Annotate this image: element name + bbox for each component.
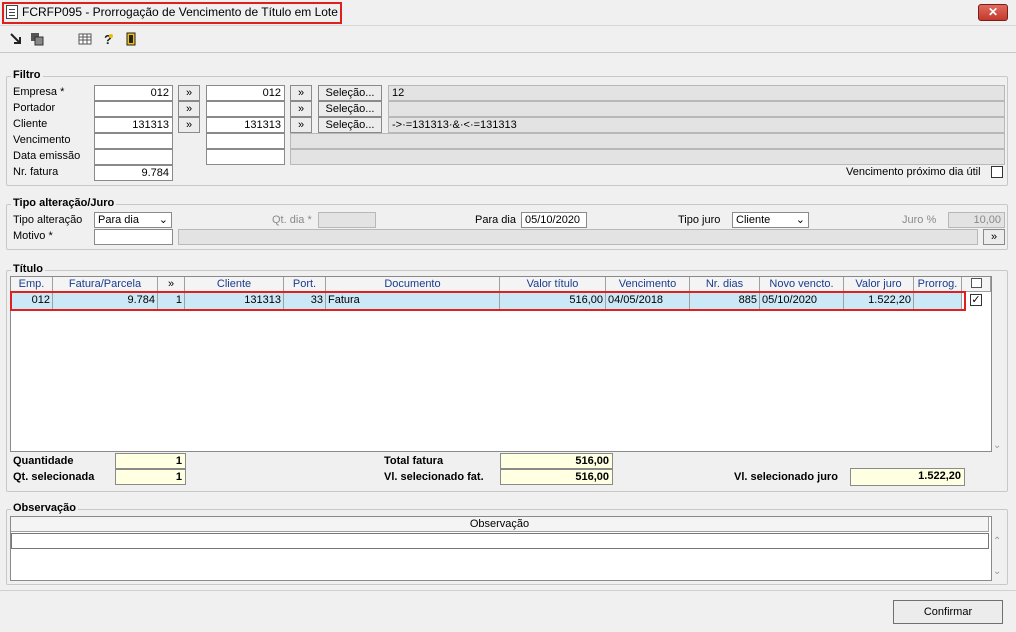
col-header-prorrog[interactable]: Prorrog. xyxy=(914,277,962,292)
filtro-legend: Filtro xyxy=(11,69,43,81)
arrow-icon[interactable] xyxy=(9,32,23,46)
tipo-juro-select[interactable]: Cliente ⌄ xyxy=(732,212,809,228)
portador-from-input[interactable] xyxy=(94,101,173,117)
empresa-arrow-button-2[interactable]: » xyxy=(290,85,312,101)
cliente-to-input[interactable]: 131313 xyxy=(206,117,285,133)
observacao-input[interactable] xyxy=(11,533,989,549)
vl-selecionado-juro-value: 1.522,20 xyxy=(850,468,965,486)
qt-selecionada-label: Qt. selecionada xyxy=(13,471,95,483)
para-dia-input[interactable]: 05/10/2020 xyxy=(521,212,587,228)
vl-selecionado-juro-label: Vl. selecionado juro xyxy=(734,471,838,483)
portador-result xyxy=(388,101,1005,117)
observacao-scroll-up-icon[interactable]: ⌃ xyxy=(993,536,1001,547)
row-checkbox[interactable]: ✓ xyxy=(970,294,982,306)
vencimento-to-input[interactable] xyxy=(206,133,285,149)
select-all-checkbox[interactable] xyxy=(970,278,982,288)
close-button[interactable]: ✕ xyxy=(978,4,1008,21)
portador-arrow-button-2[interactable]: » xyxy=(290,101,312,117)
col-header-vencimento[interactable]: Vencimento xyxy=(606,277,690,292)
col-header-novo-vencto[interactable]: Novo vencto. xyxy=(760,277,844,292)
vl-selecionado-fat-label: Vl. selecionado fat. xyxy=(384,471,484,483)
tipo-alteracao-select[interactable]: Para dia ⌄ xyxy=(94,212,172,228)
exit-icon[interactable] xyxy=(124,32,138,46)
col-header-nr-dias[interactable]: Nr. dias xyxy=(690,277,760,292)
titulo-legend: Título xyxy=(11,263,45,275)
empresa-label: Empresa * xyxy=(13,86,65,98)
col-header-documento[interactable]: Documento xyxy=(326,277,500,292)
row-highlight xyxy=(10,291,966,311)
grid-icon[interactable] xyxy=(78,32,92,46)
col-header-port[interactable]: Port. xyxy=(284,277,326,292)
quantidade-value: 1 xyxy=(115,453,186,469)
portador-arrow-button[interactable]: » xyxy=(178,101,200,117)
cliente-result: ->·=131313·&·<·=131313 xyxy=(388,117,1005,133)
col-header-valor-juro[interactable]: Valor juro xyxy=(844,277,914,292)
data-emissao-label: Data emissão xyxy=(13,150,81,162)
quantidade-label: Quantidade xyxy=(13,455,74,467)
empresa-selecao-button[interactable]: Seleção... xyxy=(318,85,382,101)
confirmar-button[interactable]: Confirmar xyxy=(893,600,1003,624)
grid-scroll-down-icon[interactable]: ⌄ xyxy=(993,440,1001,451)
juro-input: 10,00 xyxy=(948,212,1005,228)
qt-selecionada-value: 1 xyxy=(115,469,186,485)
qt-dia-input xyxy=(318,212,376,228)
data-emissao-result xyxy=(290,149,1005,165)
footer-divider xyxy=(0,590,1016,591)
copy-icon[interactable] xyxy=(30,32,44,46)
tipo-alteracao-value: Para dia xyxy=(98,214,139,226)
para-dia-label: Para dia xyxy=(475,214,516,226)
vl-selecionado-fat-value: 516,00 xyxy=(500,469,613,485)
help-icon[interactable]: ? xyxy=(101,32,115,46)
window-title: FCRFP095 - Prorrogação de Vencimento de … xyxy=(22,5,338,19)
chevron-down-icon: ⌄ xyxy=(795,214,805,226)
empresa-from-input[interactable]: 012 xyxy=(94,85,173,101)
nr-fatura-label: Nr. fatura xyxy=(13,166,59,178)
total-fatura-value: 516,00 xyxy=(500,453,613,469)
empresa-result: 12 xyxy=(388,85,1005,101)
col-header-arrow[interactable]: » xyxy=(158,277,185,292)
vencimento-result xyxy=(290,133,1005,149)
tipo-juro-value: Cliente xyxy=(736,214,771,226)
motivo-input[interactable] xyxy=(94,229,173,245)
portador-to-input[interactable] xyxy=(206,101,285,117)
empresa-to-input[interactable]: 012 xyxy=(206,85,285,101)
cliente-arrow-button[interactable]: » xyxy=(178,117,200,133)
observacao-legend: Observação xyxy=(11,502,78,514)
portador-label: Portador xyxy=(13,102,56,114)
col-header-select-all[interactable] xyxy=(962,277,991,292)
motivo-arrow-button[interactable]: » xyxy=(983,229,1005,245)
qt-dia-label: Qt. dia * xyxy=(272,214,312,226)
tipo-legend: Tipo alteração/Juro xyxy=(11,197,117,209)
motivo-label: Motivo * xyxy=(13,230,53,242)
toolbar-divider xyxy=(0,52,1016,53)
observacao-scroll-down-icon[interactable]: ⌄ xyxy=(993,566,1001,577)
vencimento-label: Vencimento xyxy=(13,134,71,146)
col-header-cliente[interactable]: Cliente xyxy=(185,277,284,292)
col-header-emp[interactable]: Emp. xyxy=(11,277,53,292)
nr-fatura-input[interactable]: 9.784 xyxy=(94,165,173,181)
col-header-fatura[interactable]: Fatura/Parcela xyxy=(53,277,158,292)
vencimento-from-input[interactable] xyxy=(94,133,173,149)
cliente-arrow-button-2[interactable]: » xyxy=(290,117,312,133)
proximo-dia-checkbox[interactable] xyxy=(991,166,1003,178)
app-icon xyxy=(6,5,18,19)
cliente-selecao-button[interactable]: Seleção... xyxy=(318,117,382,133)
tipo-juro-label: Tipo juro xyxy=(678,214,721,226)
cliente-label: Cliente xyxy=(13,118,48,130)
empresa-arrow-button[interactable]: » xyxy=(178,85,200,101)
data-emissao-to-input[interactable] xyxy=(206,149,285,165)
chevron-down-icon: ⌄ xyxy=(158,214,168,226)
portador-selecao-button[interactable]: Seleção... xyxy=(318,101,382,117)
total-fatura-label: Total fatura xyxy=(384,455,444,467)
motivo-description xyxy=(178,229,978,245)
observacao-header: Observação xyxy=(11,517,989,532)
data-emissao-from-input[interactable] xyxy=(94,149,173,165)
tipo-alteracao-label: Tipo alteração xyxy=(13,214,83,226)
proximo-dia-label: Vencimento próximo dia útil xyxy=(846,166,981,178)
cliente-from-input[interactable]: 131313 xyxy=(94,117,173,133)
juro-label: Juro % xyxy=(902,214,937,226)
col-header-valor-titulo[interactable]: Valor título xyxy=(500,277,606,292)
